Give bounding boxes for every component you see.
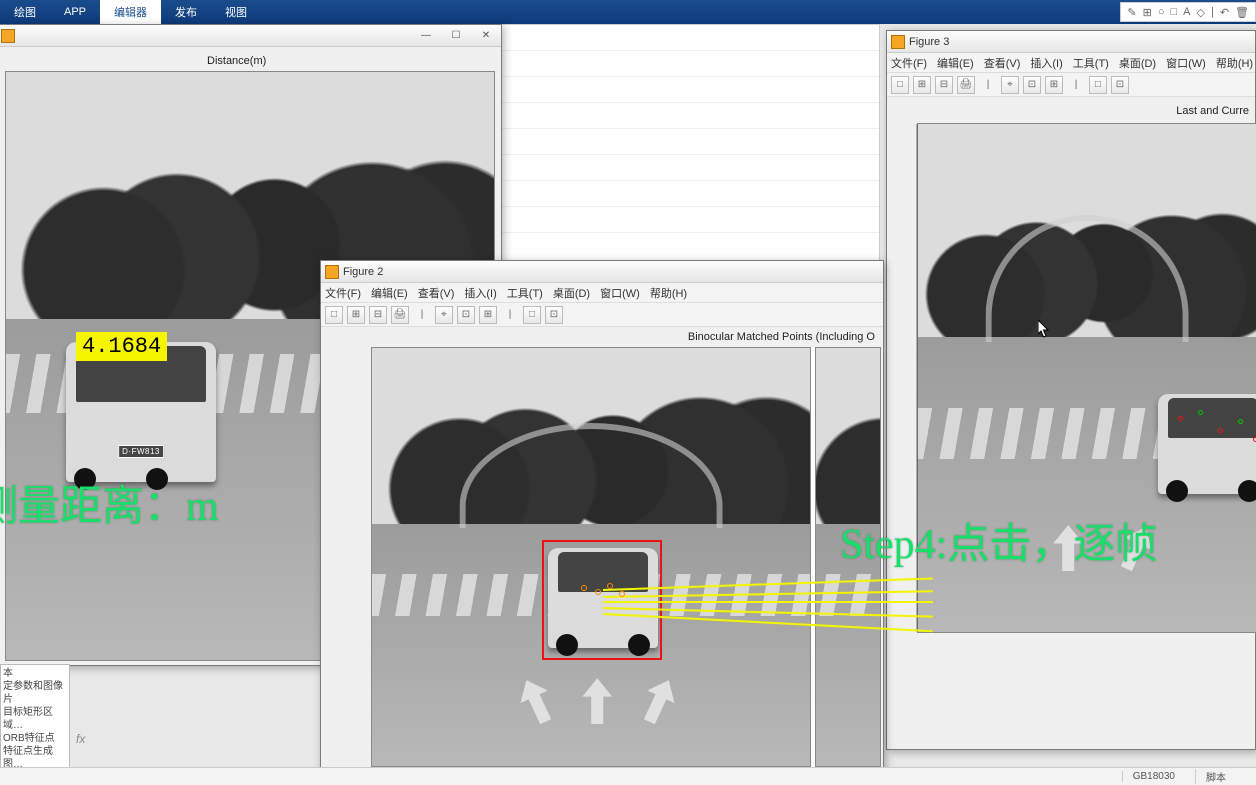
license-plate: D·FW813 (118, 445, 164, 458)
status-bar: GB18030 脚本 (0, 767, 1256, 785)
tool-colorbar-icon[interactable]: ⊡ (1111, 76, 1129, 94)
figure2-axes[interactable] (371, 347, 881, 767)
figure2-title: Figure 2 (343, 266, 383, 278)
figure-icon (891, 35, 905, 49)
menu-file[interactable]: 文件(F) (891, 55, 927, 71)
tool-print-icon[interactable]: 🖨 (391, 306, 409, 324)
code-line: 定参数和图像 (3, 680, 67, 693)
tab-app[interactable]: APP (50, 0, 100, 24)
code-line: 片 (3, 693, 67, 706)
tool-save-icon[interactable]: ⊟ (935, 76, 953, 94)
qa-delete-icon[interactable]: 🗑 (1235, 6, 1249, 19)
menu-tools[interactable]: 工具(T) (507, 285, 543, 301)
menu-view[interactable]: 查看(V) (418, 285, 455, 301)
toolbar-separator: | (501, 306, 519, 324)
menu-file[interactable]: 文件(F) (325, 285, 361, 301)
code-line: 本 (3, 667, 67, 680)
tool-new-icon[interactable]: □ (891, 76, 909, 94)
maximize-button[interactable]: ☐ (441, 25, 471, 47)
tab-publish[interactable]: 发布 (161, 0, 211, 24)
qa-diamond-icon[interactable]: ◇ (1196, 6, 1204, 19)
toolbar-separator: | (413, 306, 431, 324)
qa-rect-icon[interactable]: □ (1170, 6, 1177, 18)
menu-help[interactable]: 帮助(H) (650, 285, 687, 301)
figure-icon (1, 29, 15, 43)
menu-window[interactable]: 窗口(W) (1166, 55, 1206, 71)
tool-link-icon[interactable]: ⊞ (479, 306, 497, 324)
distance-label: 4.1684 (76, 332, 167, 361)
figure3-plot-title: Last and Curre (1176, 105, 1249, 117)
command-prompt-fx[interactable]: fx (76, 732, 85, 746)
figure-icon (325, 265, 339, 279)
menu-insert[interactable]: 插入(I) (1030, 55, 1062, 71)
qa-undo-icon[interactable]: ↶ (1220, 6, 1229, 19)
figure3-menubar: 文件(F) 编辑(E) 查看(V) 插入(I) 工具(T) 桌面(D) 窗口(W… (887, 53, 1255, 73)
figure2-plot-title: Binocular Matched Points (Including O (688, 331, 875, 343)
menu-help[interactable]: 帮助(H) (1216, 55, 1253, 71)
menu-view[interactable]: 查看(V) (984, 55, 1021, 71)
tool-datacursor-icon[interactable]: ⌖ (1001, 76, 1019, 94)
qa-circle-icon[interactable]: ○ (1158, 6, 1165, 18)
figure1-plot-title: Distance(m) (207, 55, 266, 67)
qa-sep: | (1211, 6, 1214, 18)
minimize-button[interactable]: — (411, 25, 441, 47)
figure1-titlebar[interactable]: — ☐ ✕ (0, 25, 501, 47)
code-line: ORB特征点 (3, 732, 67, 745)
figure3-toolbar: □ ⊞ ⊟ 🖨 | ⌖ ⊡ ⊞ | □ ⊡ (887, 73, 1255, 97)
toolbar-separator: | (1067, 76, 1085, 94)
menu-tools[interactable]: 工具(T) (1073, 55, 1109, 71)
menu-insert[interactable]: 插入(I) (464, 285, 496, 301)
qa-grid-icon[interactable]: ⊞ (1143, 6, 1152, 19)
match-lines (603, 595, 933, 597)
figure3-title: Figure 3 (909, 36, 949, 48)
tab-plot[interactable]: 绘图 (0, 0, 50, 24)
figure3-titlebar[interactable]: Figure 3 (887, 31, 1255, 53)
status-encoding: GB18030 (1122, 771, 1185, 782)
menu-edit[interactable]: 编辑(E) (371, 285, 408, 301)
menu-desktop[interactable]: 桌面(D) (1119, 55, 1156, 71)
figure1-overlay-text: 测量距离：m (0, 472, 219, 533)
status-mode: 脚本 (1195, 769, 1236, 784)
tool-insert-icon[interactable]: □ (523, 306, 541, 324)
detection-bbox (542, 540, 662, 660)
figure2-left-image (371, 347, 811, 767)
tool-insert-icon[interactable]: □ (1089, 76, 1107, 94)
tool-datacursor-icon[interactable]: ⌖ (435, 306, 453, 324)
tool-brush-icon[interactable]: ⊡ (1023, 76, 1041, 94)
tool-print-icon[interactable]: 🖨 (957, 76, 975, 94)
tool-colorbar-icon[interactable]: ⊡ (545, 306, 563, 324)
code-line: 目标矩形区域… (3, 706, 67, 732)
toolbar-separator: | (979, 76, 997, 94)
tool-brush-icon[interactable]: ⊡ (457, 306, 475, 324)
figure-window-3[interactable]: Figure 3 文件(F) 编辑(E) 查看(V) 插入(I) 工具(T) 桌… (886, 30, 1256, 750)
menu-edit[interactable]: 编辑(E) (937, 55, 974, 71)
figure-window-2[interactable]: Figure 2 文件(F) 编辑(E) 查看(V) 插入(I) 工具(T) 桌… (320, 260, 884, 780)
step-overlay-text: Step4:点击，逐帧 (840, 510, 1157, 571)
qa-text-icon[interactable]: A (1183, 6, 1190, 18)
figure2-titlebar[interactable]: Figure 2 (321, 261, 883, 283)
tool-link-icon[interactable]: ⊞ (1045, 76, 1063, 94)
figure2-toolbar: □ ⊞ ⊟ 🖨 | ⌖ ⊡ ⊞ | □ ⊡ (321, 303, 883, 327)
close-button[interactable]: ✕ (471, 25, 501, 47)
qa-edit-icon[interactable]: ✎ (1127, 6, 1136, 19)
tab-view[interactable]: 视图 (211, 0, 261, 24)
quick-access-toolbar: ✎ ⊞ ○ □ A ◇ | ↶ 🗑 (1120, 2, 1256, 22)
tool-open-icon[interactable]: ⊞ (347, 306, 365, 324)
tab-editor[interactable]: 编辑器 (100, 0, 161, 24)
menu-desktop[interactable]: 桌面(D) (553, 285, 590, 301)
menu-window[interactable]: 窗口(W) (600, 285, 640, 301)
tool-open-icon[interactable]: ⊞ (913, 76, 931, 94)
figure2-menubar: 文件(F) 编辑(E) 查看(V) 插入(I) 工具(T) 桌面(D) 窗口(W… (321, 283, 883, 303)
tool-new-icon[interactable]: □ (325, 306, 343, 324)
tool-save-icon[interactable]: ⊟ (369, 306, 387, 324)
matlab-toolstrip: 绘图 APP 编辑器 发布 视图 ✎ ⊞ ○ □ A ◇ | ↶ 🗑 (0, 0, 1256, 24)
